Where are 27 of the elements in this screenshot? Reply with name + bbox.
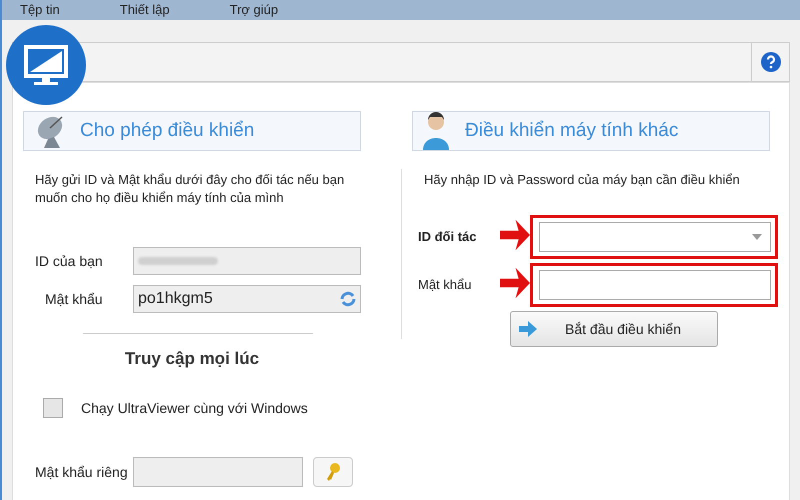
section-subtitle: Truy cập mọi lúc [124, 348, 260, 370]
menu-item[interactable]: Tệp tin [20, 0, 60, 20]
checkbox-label: Chạy UltraViewer cùng với Windows [81, 398, 308, 418]
help-icon [760, 52, 780, 72]
personal-password-field[interactable] [133, 456, 303, 486]
arrow-right-icon [519, 321, 537, 337]
key-icon [324, 462, 342, 482]
field-label: Mật khẩu riêng [34, 462, 129, 482]
menu-item[interactable]: Trợ giúp [230, 0, 278, 20]
field-label: ID của bạn [34, 252, 104, 270]
field-label: ID đối tác [418, 229, 477, 244]
dropdown-caret-icon [752, 234, 762, 240]
description-text: Hãy gửi ID và Mật khẩu dưới đây cho đối tác nếu bạn muốn cho họ điều khiển máy tính của mình [35, 171, 346, 207]
key-button[interactable] [313, 456, 353, 486]
password-value: po1hkgm5 [138, 289, 213, 309]
section-title: Cho phép điều khiển [80, 118, 254, 143]
description-text: Hãy nhập ID và Password của máy bạn cần điều khiển [424, 171, 741, 189]
partner-password-field[interactable] [539, 270, 771, 300]
start-control-button[interactable]: Bắt đầu điều khiển [510, 311, 718, 347]
user-icon [421, 112, 451, 150]
refresh-icon[interactable] [340, 291, 356, 307]
section-title: Điều khiển máy tính khác [465, 118, 678, 143]
menu-item[interactable]: Thiết lập [120, 0, 170, 20]
field-label: Mật khẩu [44, 290, 104, 308]
partner-id-dropdown[interactable] [539, 222, 771, 252]
checkbox[interactable] [43, 398, 63, 418]
field-label: Mật khẩu [418, 277, 472, 292]
